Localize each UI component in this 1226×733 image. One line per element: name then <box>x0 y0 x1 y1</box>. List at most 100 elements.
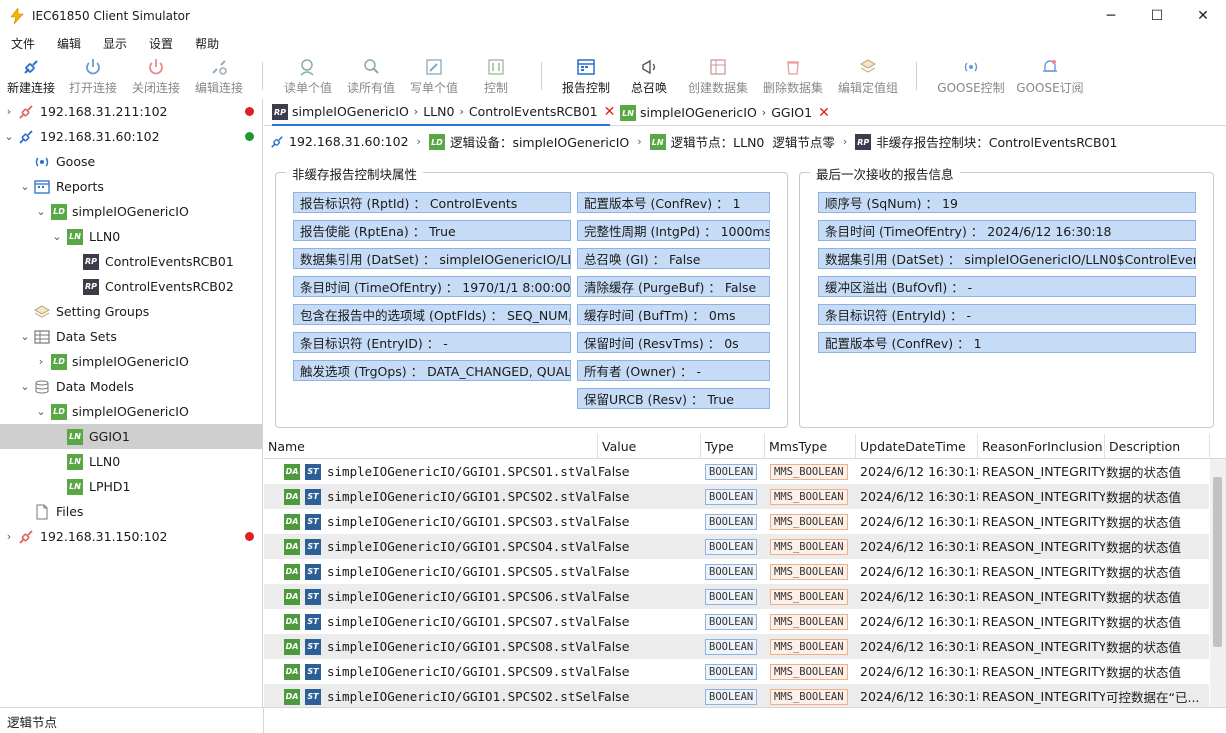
tree-ld-models[interactable]: ⌄ LD simpleIOGenericIO <box>0 399 262 424</box>
chevron-down-icon[interactable]: ⌄ <box>20 380 30 393</box>
col-updatetime[interactable]: UpdateDateTime <box>856 434 978 459</box>
tree-data-sets[interactable]: ⌄ Data Sets <box>0 324 262 349</box>
tree-lln0-reports[interactable]: ⌄ LN LLN0 <box>0 224 262 249</box>
table-row[interactable]: DA ST simpleIOGenericIO/GGIO1.SPCSO3.stVal… <box>264 509 1209 534</box>
report-control-button[interactable]: 报告控制 <box>558 55 614 98</box>
tree-lphd1[interactable]: LN LPHD1 <box>0 474 262 499</box>
type-tag: BOOLEAN <box>705 588 758 605</box>
general-interrogation-button[interactable]: 总召唤 <box>627 55 671 98</box>
table-row[interactable]: DA ST simpleIOGenericIO/GGIO1.SPCSO6.stVal… <box>264 584 1209 609</box>
col-value[interactable]: Value <box>598 434 701 459</box>
data-attribute-icon: DA <box>284 609 300 634</box>
tree-ggio1[interactable]: LN GGIO1 <box>0 424 262 449</box>
menu-help[interactable]: 帮助 <box>195 35 219 52</box>
tree-label: Files <box>56 504 84 519</box>
tree-connection-1[interactable]: › 192.168.31.211:102 <box>0 99 262 124</box>
scrollbar-thumb[interactable] <box>1213 477 1222 647</box>
read-all-button[interactable]: 读所有值 <box>343 55 399 98</box>
menu-file[interactable]: 文件 <box>11 35 35 52</box>
tree-lln0[interactable]: LN LLN0 <box>0 449 262 474</box>
crumb-host[interactable]: 192.168.31.60:102 <box>270 134 409 149</box>
table-row[interactable]: DA ST simpleIOGenericIO/GGIO1.SPCSO8.stVal… <box>264 634 1209 659</box>
tree-files[interactable]: Files <box>0 499 262 524</box>
cell-description: 数据的状态值 <box>1106 640 1182 655</box>
open-connection-label: 打开连接 <box>68 81 117 95</box>
layers-icon <box>858 56 878 78</box>
read-single-icon <box>298 56 318 78</box>
menu-settings[interactable]: 设置 <box>149 35 173 52</box>
tree-rcb-1[interactable]: RP ControlEventsRCB01 <box>0 249 262 274</box>
tab-close-icon[interactable]: ✕ <box>604 104 616 120</box>
tree-setting-groups[interactable]: Setting Groups <box>0 299 262 324</box>
edit-connection-button[interactable]: 编辑连接 <box>191 55 247 98</box>
tree-ld-reports[interactable]: ⌄ LD simpleIOGenericIO <box>0 199 262 224</box>
crumb-label: 非缓存报告控制块：ControlEventsRCB01 <box>876 135 1118 150</box>
read-single-button[interactable]: 读单个值 <box>280 55 336 98</box>
report-datset: 数据集引用 (DatSet) ： simpleIOGenericIO/LLN0$… <box>818 248 1196 269</box>
delete-dataset-button[interactable]: 删除数据集 <box>760 55 826 98</box>
cell-type: BOOLEAN <box>705 634 758 659</box>
cell-name: simpleIOGenericIO/GGIO1.SPCSO6.stVal <box>327 589 598 604</box>
crumb-ln[interactable]: LN 逻辑节点：LLN0 逻辑节点零 <box>649 132 835 151</box>
goose-subscribe-button[interactable]: GOOSE订阅 <box>1015 55 1085 98</box>
chevron-down-icon[interactable]: ⌄ <box>20 330 30 343</box>
chevron-right-icon[interactable]: › <box>36 355 46 368</box>
chevron-right-icon[interactable]: › <box>4 530 14 543</box>
trash-icon <box>783 56 803 78</box>
status-bar <box>0 707 1226 733</box>
write-single-button[interactable]: 写单个值 <box>406 55 462 98</box>
col-type[interactable]: Type <box>701 434 765 459</box>
table-row[interactable]: DA ST simpleIOGenericIO/GGIO1.SPCSO9.stVal… <box>264 659 1209 684</box>
table-row[interactable]: DA ST simpleIOGenericIO/GGIO1.SPCSO4.stVal… <box>264 534 1209 559</box>
menu-view[interactable]: 显示 <box>103 35 127 52</box>
tree-reports[interactable]: ⌄ Reports <box>0 174 262 199</box>
chevron-down-icon[interactable]: ⌄ <box>36 405 46 418</box>
tab-ggio1[interactable]: LN simpleIOGenericIO › GGIO1 ✕ <box>620 99 830 126</box>
new-connection-button[interactable]: 新建连接 <box>4 55 58 98</box>
table-row[interactable]: DA ST simpleIOGenericIO/GGIO1.SPCSO1.stVal… <box>264 459 1209 484</box>
toolbar-separator <box>262 62 263 90</box>
crumb-rcb[interactable]: RP 非缓存报告控制块：ControlEventsRCB01 <box>855 132 1118 151</box>
chevron-down-icon[interactable]: ⌄ <box>20 180 30 193</box>
status-fc-icon: ST <box>305 484 321 509</box>
col-mmstype[interactable]: MmsType <box>765 434 856 459</box>
tree-connection-2[interactable]: ⌄ 192.168.31.60:102 <box>0 124 262 149</box>
table-row[interactable]: DA ST simpleIOGenericIO/GGIO1.SPCSO2.stSel… <box>264 684 1209 709</box>
tree-goose[interactable]: Goose <box>0 149 262 174</box>
close-connection-button[interactable]: 关闭连接 <box>128 55 184 98</box>
tree-connection-3[interactable]: › 192.168.31.150:102 <box>0 524 262 549</box>
chevron-down-icon[interactable]: ⌄ <box>52 230 62 243</box>
open-connection-button[interactable]: 打开连接 <box>66 55 120 98</box>
table-row[interactable]: DA ST simpleIOGenericIO/GGIO1.SPCSO5.stVal… <box>264 559 1209 584</box>
tab-part: simpleIOGenericIO <box>640 105 757 120</box>
control-button[interactable]: 控制 <box>476 55 516 98</box>
col-reason[interactable]: ReasonForInclusion <box>978 434 1105 459</box>
create-dataset-button[interactable]: 创建数据集 <box>685 55 751 98</box>
chevron-down-icon[interactable]: ⌄ <box>4 130 14 143</box>
maximize-button[interactable]: ☐ <box>1134 0 1180 31</box>
tree-rcb-2[interactable]: RP ControlEventsRCB02 <box>0 274 262 299</box>
edit-connection-label: 编辑连接 <box>194 81 243 95</box>
type-tag: BOOLEAN <box>705 513 758 530</box>
edit-setting-group-button[interactable]: 编辑定值组 <box>835 55 901 98</box>
menu-edit[interactable]: 编辑 <box>57 35 81 52</box>
tree-ld-datasets[interactable]: › LD simpleIOGenericIO <box>0 349 262 374</box>
tab-part: simpleIOGenericIO <box>292 104 409 119</box>
table-row[interactable]: DA ST simpleIOGenericIO/GGIO1.SPCSO2.stVal… <box>264 484 1209 509</box>
table-row[interactable]: DA ST simpleIOGenericIO/GGIO1.SPCSO7.stVal… <box>264 609 1209 634</box>
close-button[interactable]: ✕ <box>1180 0 1226 31</box>
chevron-down-icon[interactable]: ⌄ <box>36 205 46 218</box>
pencil-icon <box>424 56 444 78</box>
chevron-right-icon[interactable]: › <box>4 105 14 118</box>
tab-rcb01[interactable]: RP simpleIOGenericIO › LLN0 › ControlEve… <box>272 99 615 126</box>
crumb-ld[interactable]: LD 逻辑设备：simpleIOGenericIO <box>428 132 629 151</box>
tab-close-icon[interactable]: ✕ <box>818 105 830 121</box>
cell-mmstype: MMS_BOOLEAN <box>770 684 848 709</box>
cell-reason: REASON_INTEGRITY <box>982 614 1105 629</box>
col-description[interactable]: Description <box>1105 434 1210 459</box>
tree-data-models[interactable]: ⌄ Data Models <box>0 374 262 399</box>
col-name[interactable]: Name <box>264 434 598 459</box>
cell-reason: REASON_INTEGRITY <box>982 514 1105 529</box>
goose-control-button[interactable]: GOOSE控制 <box>936 55 1006 98</box>
minimize-button[interactable]: ─ <box>1088 0 1134 31</box>
